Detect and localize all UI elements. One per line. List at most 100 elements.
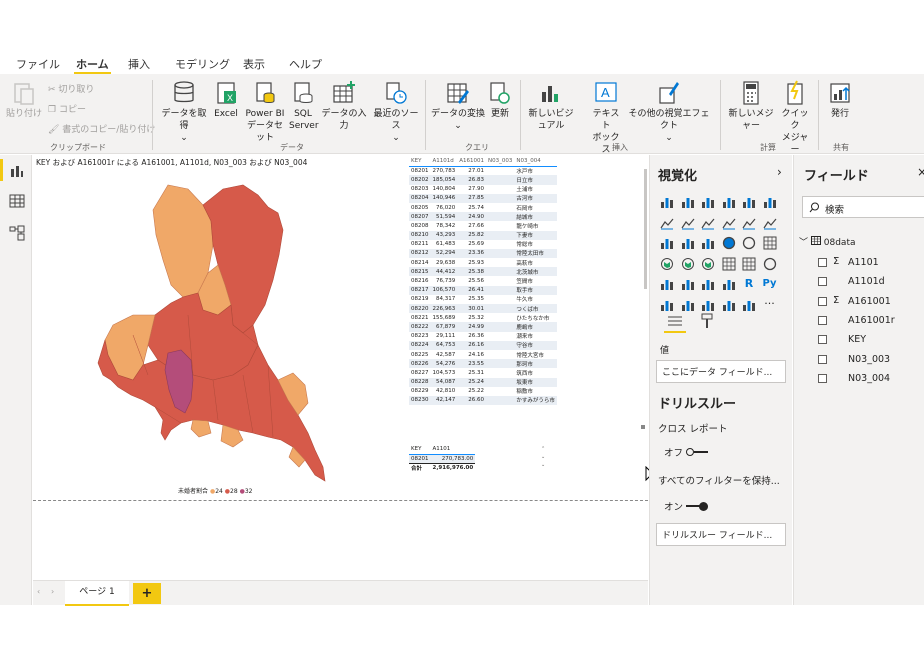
paginated-visual-icon[interactable] <box>742 298 756 312</box>
new-measure-button[interactable]: 新しいメジャー <box>725 80 777 132</box>
cut-button[interactable]: ✂ 切り取り <box>48 82 94 95</box>
table-row[interactable]: 08205 76,020 25.74 石岡市 <box>409 203 557 212</box>
table-row[interactable]: 08219 84,317 25.35 牛久市 <box>409 295 557 304</box>
table-row[interactable]: 08222 67,879 24.99 鹿嶋市 <box>409 322 557 332</box>
table-row[interactable]: 08225 42,587 24.16 常陸大宮市 <box>409 350 557 359</box>
smart-narrative-visual-icon[interactable] <box>722 298 736 312</box>
filled-map-visual-icon[interactable] <box>681 257 695 271</box>
field-checkbox[interactable] <box>818 335 827 345</box>
drillthrough-fields-well[interactable]: ドリルスルー フィールド... <box>656 523 786 546</box>
table-row[interactable]: 08223 29,111 26.36 潮来市 <box>409 332 557 341</box>
clustered-column-visual-icon[interactable] <box>722 195 736 209</box>
stacked-area-visual-icon[interactable] <box>701 216 715 230</box>
funnel-visual-icon[interactable] <box>681 236 695 250</box>
quick-measure-button[interactable]: クイック メジャー <box>778 80 812 156</box>
keep-filters-toggle[interactable]: オン <box>664 499 709 513</box>
report-view-icon[interactable] <box>9 163 25 179</box>
map-visual-icon[interactable] <box>660 257 674 271</box>
100-column-visual-icon[interactable] <box>763 195 777 209</box>
column-header[interactable]: KEY <box>409 157 431 166</box>
next-page-icon[interactable]: › <box>51 587 54 596</box>
pbi-dataset-button[interactable]: Power BI データセット <box>243 80 287 144</box>
column-header[interactable]: A1101d <box>431 157 458 166</box>
table-node[interactable]: ﹀ 08data <box>799 235 856 248</box>
field-item[interactable]: N03_003 <box>794 352 924 368</box>
table-row[interactable]: 08230 42,147 26.60 かすみがうら市 <box>409 395 557 406</box>
refresh-button[interactable]: 更新 <box>488 80 512 120</box>
table-row[interactable]: 08217 106,570 26.41 取手市 <box>409 285 557 295</box>
multi-row-card-visual-icon[interactable] <box>681 277 695 291</box>
menu-modeling[interactable]: モデリング <box>175 56 230 72</box>
field-item[interactable]: A161001r <box>794 313 924 329</box>
new-visual-button[interactable]: 新しいビジュアル <box>528 80 574 132</box>
cross-report-toggle[interactable]: オフ <box>664 445 709 459</box>
r-script-visual-icon[interactable]: R <box>742 277 756 291</box>
menu-view[interactable]: 表示 <box>243 56 265 72</box>
table-row[interactable]: 08229 42,810 25.22 稲敷市 <box>409 387 557 396</box>
table-row[interactable]: 08227 104,573 25.31 筑西市 <box>409 368 557 377</box>
table-visual[interactable]: KEY A1101d A161001 N03_003 N03_004 08201 270,… <box>409 157 649 429</box>
field-item[interactable]: Σ A161001 <box>794 294 924 310</box>
field-item[interactable]: A1101d <box>794 274 924 290</box>
table-scrollbar[interactable] <box>644 169 647 289</box>
enter-data-button[interactable]: データの入力 <box>318 80 370 132</box>
qa-visual-icon[interactable] <box>701 298 715 312</box>
paste-button[interactable]: 貼り付け <box>4 80 44 120</box>
table-row[interactable]: 08215 44,412 25.38 北茨城市 <box>409 267 557 277</box>
table-row[interactable]: 08207 51,594 24.90 結城市 <box>409 212 557 222</box>
resize-handle[interactable] <box>641 425 645 429</box>
key-influencers-visual-icon[interactable] <box>660 298 674 312</box>
add-page-button[interactable]: + <box>133 583 161 604</box>
line-clustered-visual-icon[interactable] <box>742 216 756 230</box>
kpi-visual-icon[interactable] <box>701 277 715 291</box>
scroll-arrows[interactable]: ⌃ ⌄ ⌄ <box>541 445 545 469</box>
scatter-visual-icon[interactable] <box>701 236 715 250</box>
model-view-icon[interactable] <box>9 225 25 241</box>
slicer-visual-icon[interactable] <box>722 277 736 291</box>
more-visuals-button[interactable]: その他の視覚エフェクト ⌄ <box>626 80 712 144</box>
gauge-visual-icon[interactable] <box>763 257 777 271</box>
field-checkbox[interactable] <box>818 373 827 383</box>
field-item[interactable]: Σ A1101 <box>794 255 924 271</box>
table-row[interactable]: 08208 78,342 27.66 龍ケ崎市 <box>409 221 557 230</box>
fields-tab-icon[interactable] <box>667 315 683 329</box>
table-row[interactable]: 08214 29,638 25.93 高萩市 <box>409 258 557 267</box>
collapse-pane-icon[interactable]: › <box>777 165 782 179</box>
table-row[interactable]: 08221 155,689 25.32 ひたちなか市 <box>409 313 557 322</box>
table-row[interactable]: 08220 226,963 30.01 つくば市 <box>409 304 557 314</box>
donut-visual-icon[interactable] <box>742 236 756 250</box>
sql-server-button[interactable]: SQL Server <box>289 80 319 132</box>
table-vis-visual-icon[interactable] <box>722 257 736 271</box>
pie-visual-icon[interactable] <box>722 236 736 250</box>
map-region[interactable] <box>152 184 214 298</box>
table-row[interactable]: 08202 185,054 26.83 日立市 <box>409 175 557 185</box>
column-header[interactable]: A1101 <box>431 445 476 454</box>
field-item[interactable]: KEY <box>794 332 924 348</box>
clustered-bar-visual-icon[interactable] <box>701 195 715 209</box>
menu-help[interactable]: ヘルプ <box>289 56 322 72</box>
map-region[interactable] <box>190 419 212 438</box>
report-canvas[interactable]: KEY および A161001r による A161001, A1101d, N0… <box>33 155 657 580</box>
field-checkbox[interactable] <box>818 258 827 267</box>
matrix-visual-icon[interactable] <box>742 257 756 271</box>
field-checkbox[interactable] <box>818 354 827 364</box>
area-visual-icon[interactable] <box>681 216 695 230</box>
menu-home[interactable]: ホーム <box>74 56 111 74</box>
format-tab-icon[interactable] <box>700 313 714 329</box>
more-visual-icon[interactable]: ··· <box>763 297 777 312</box>
column-header[interactable]: A161001 <box>457 157 486 166</box>
table-row[interactable]: 08216 76,739 25.56 笠間市 <box>409 276 557 285</box>
fields-search-input[interactable]: 検索 <box>802 196 924 218</box>
table-row[interactable]: 08203 140,804 27.90 土浦市 <box>409 185 557 194</box>
format-painter-button[interactable]: 🖌 書式のコピー/貼り付け <box>48 122 155 135</box>
publish-button[interactable]: 発行 <box>825 80 855 120</box>
close-pane-icon[interactable]: × <box>917 165 924 179</box>
ribbon-visual-icon[interactable] <box>763 216 777 230</box>
get-data-button[interactable]: データを取得 ⌄ <box>158 80 210 144</box>
decomp-tree-visual-icon[interactable] <box>681 298 695 312</box>
page-tab-1[interactable]: ページ 1 <box>65 581 129 606</box>
data-view-icon[interactable] <box>9 193 25 209</box>
field-item[interactable]: N03_004 <box>794 371 924 387</box>
table-row[interactable]: 08201 270,783 27.01 水戸市 <box>409 166 557 175</box>
field-checkbox[interactable] <box>818 296 827 306</box>
